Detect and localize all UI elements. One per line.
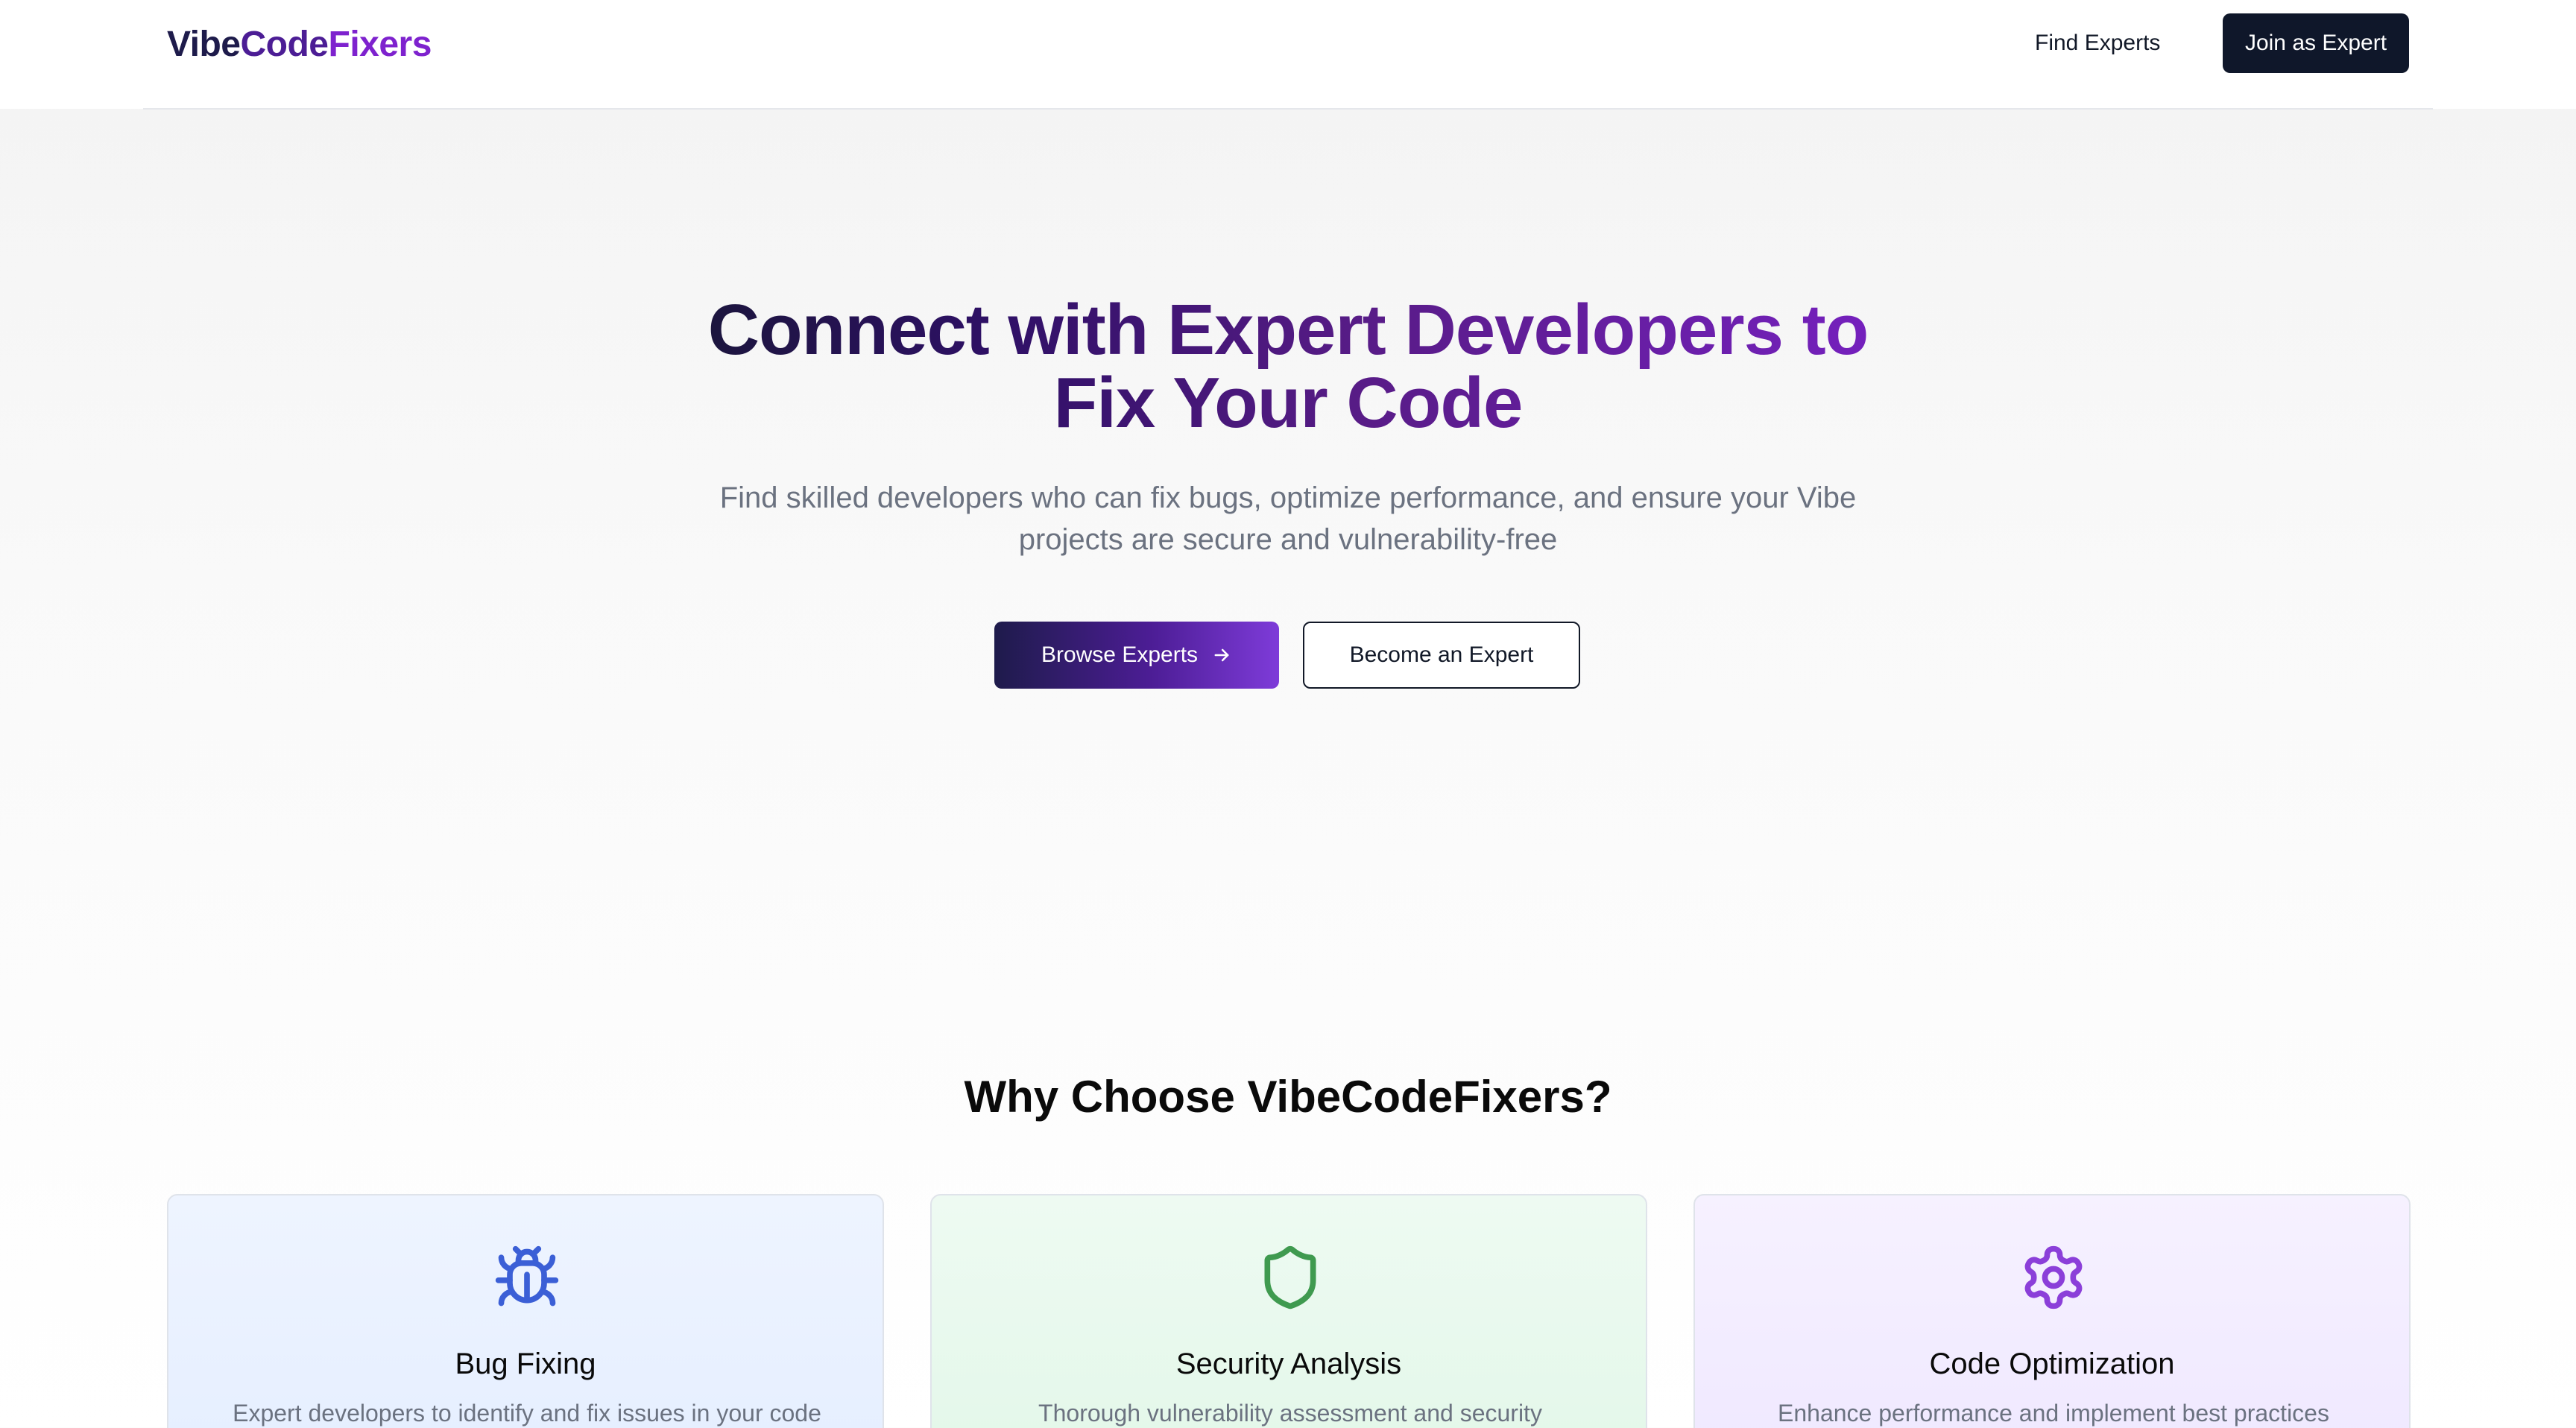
feature-card-bug-fixing: Bug Fixing Expert developers to identify… bbox=[167, 1194, 884, 1428]
hero-title-line-2: Fix Your Code bbox=[1053, 363, 1523, 443]
hero-title: Connect with Expert Developers to Fix Yo… bbox=[543, 294, 2033, 440]
card-title: Security Analysis bbox=[1175, 1348, 1402, 1380]
card-description: Enhance performance and implement best p… bbox=[1778, 1400, 2329, 1427]
shield-icon bbox=[1264, 1245, 1316, 1309]
become-an-expert-button[interactable]: Become an Expert bbox=[1303, 622, 1580, 689]
browse-experts-label: Browse Experts bbox=[1041, 642, 1199, 667]
logo-part-fixers: Fixers bbox=[328, 25, 432, 64]
browse-experts-button[interactable]: Browse Experts bbox=[994, 622, 1279, 689]
logo[interactable]: VibeCodeFixers bbox=[167, 21, 432, 69]
gear-icon bbox=[2024, 1245, 2083, 1309]
hero-subtitle: Find skilled developers who can fix bugs… bbox=[692, 477, 1884, 560]
logo-part-vibe: Vibe bbox=[167, 25, 241, 64]
card-description: Thorough vulnerability assessment and se… bbox=[1038, 1400, 1542, 1427]
site-header: VibeCodeFixers Find Experts Join as Expe… bbox=[0, 0, 2576, 109]
why-section-title: Why Choose VibeCodeFixers? bbox=[964, 1072, 1612, 1122]
card-description: Expert developers to identify and fix is… bbox=[233, 1400, 821, 1427]
card-title: Bug Fixing bbox=[455, 1348, 596, 1380]
nav-find-experts[interactable]: Find Experts bbox=[2035, 27, 2160, 60]
join-as-expert-button[interactable]: Join as Expert bbox=[2223, 13, 2409, 73]
hero-title-line-1: Connect with Expert Developers to bbox=[707, 290, 1869, 370]
logo-part-code: Code bbox=[240, 25, 329, 64]
feature-card-security-analysis: Security Analysis Thorough vulnerability… bbox=[930, 1194, 1647, 1428]
hero-subtitle-line-1: Find skilled developers who can fix bugs… bbox=[719, 481, 1857, 514]
bug-icon bbox=[495, 1245, 559, 1307]
hero-subtitle-line-2: projects are secure and vulnerability-fr… bbox=[1018, 523, 1558, 556]
header-divider bbox=[143, 108, 2433, 110]
arrow-right-icon bbox=[1214, 648, 1229, 662]
feature-card-code-optimization: Code Optimization Enhance performance an… bbox=[1693, 1194, 2411, 1428]
card-title: Code Optimization bbox=[1929, 1348, 2175, 1380]
